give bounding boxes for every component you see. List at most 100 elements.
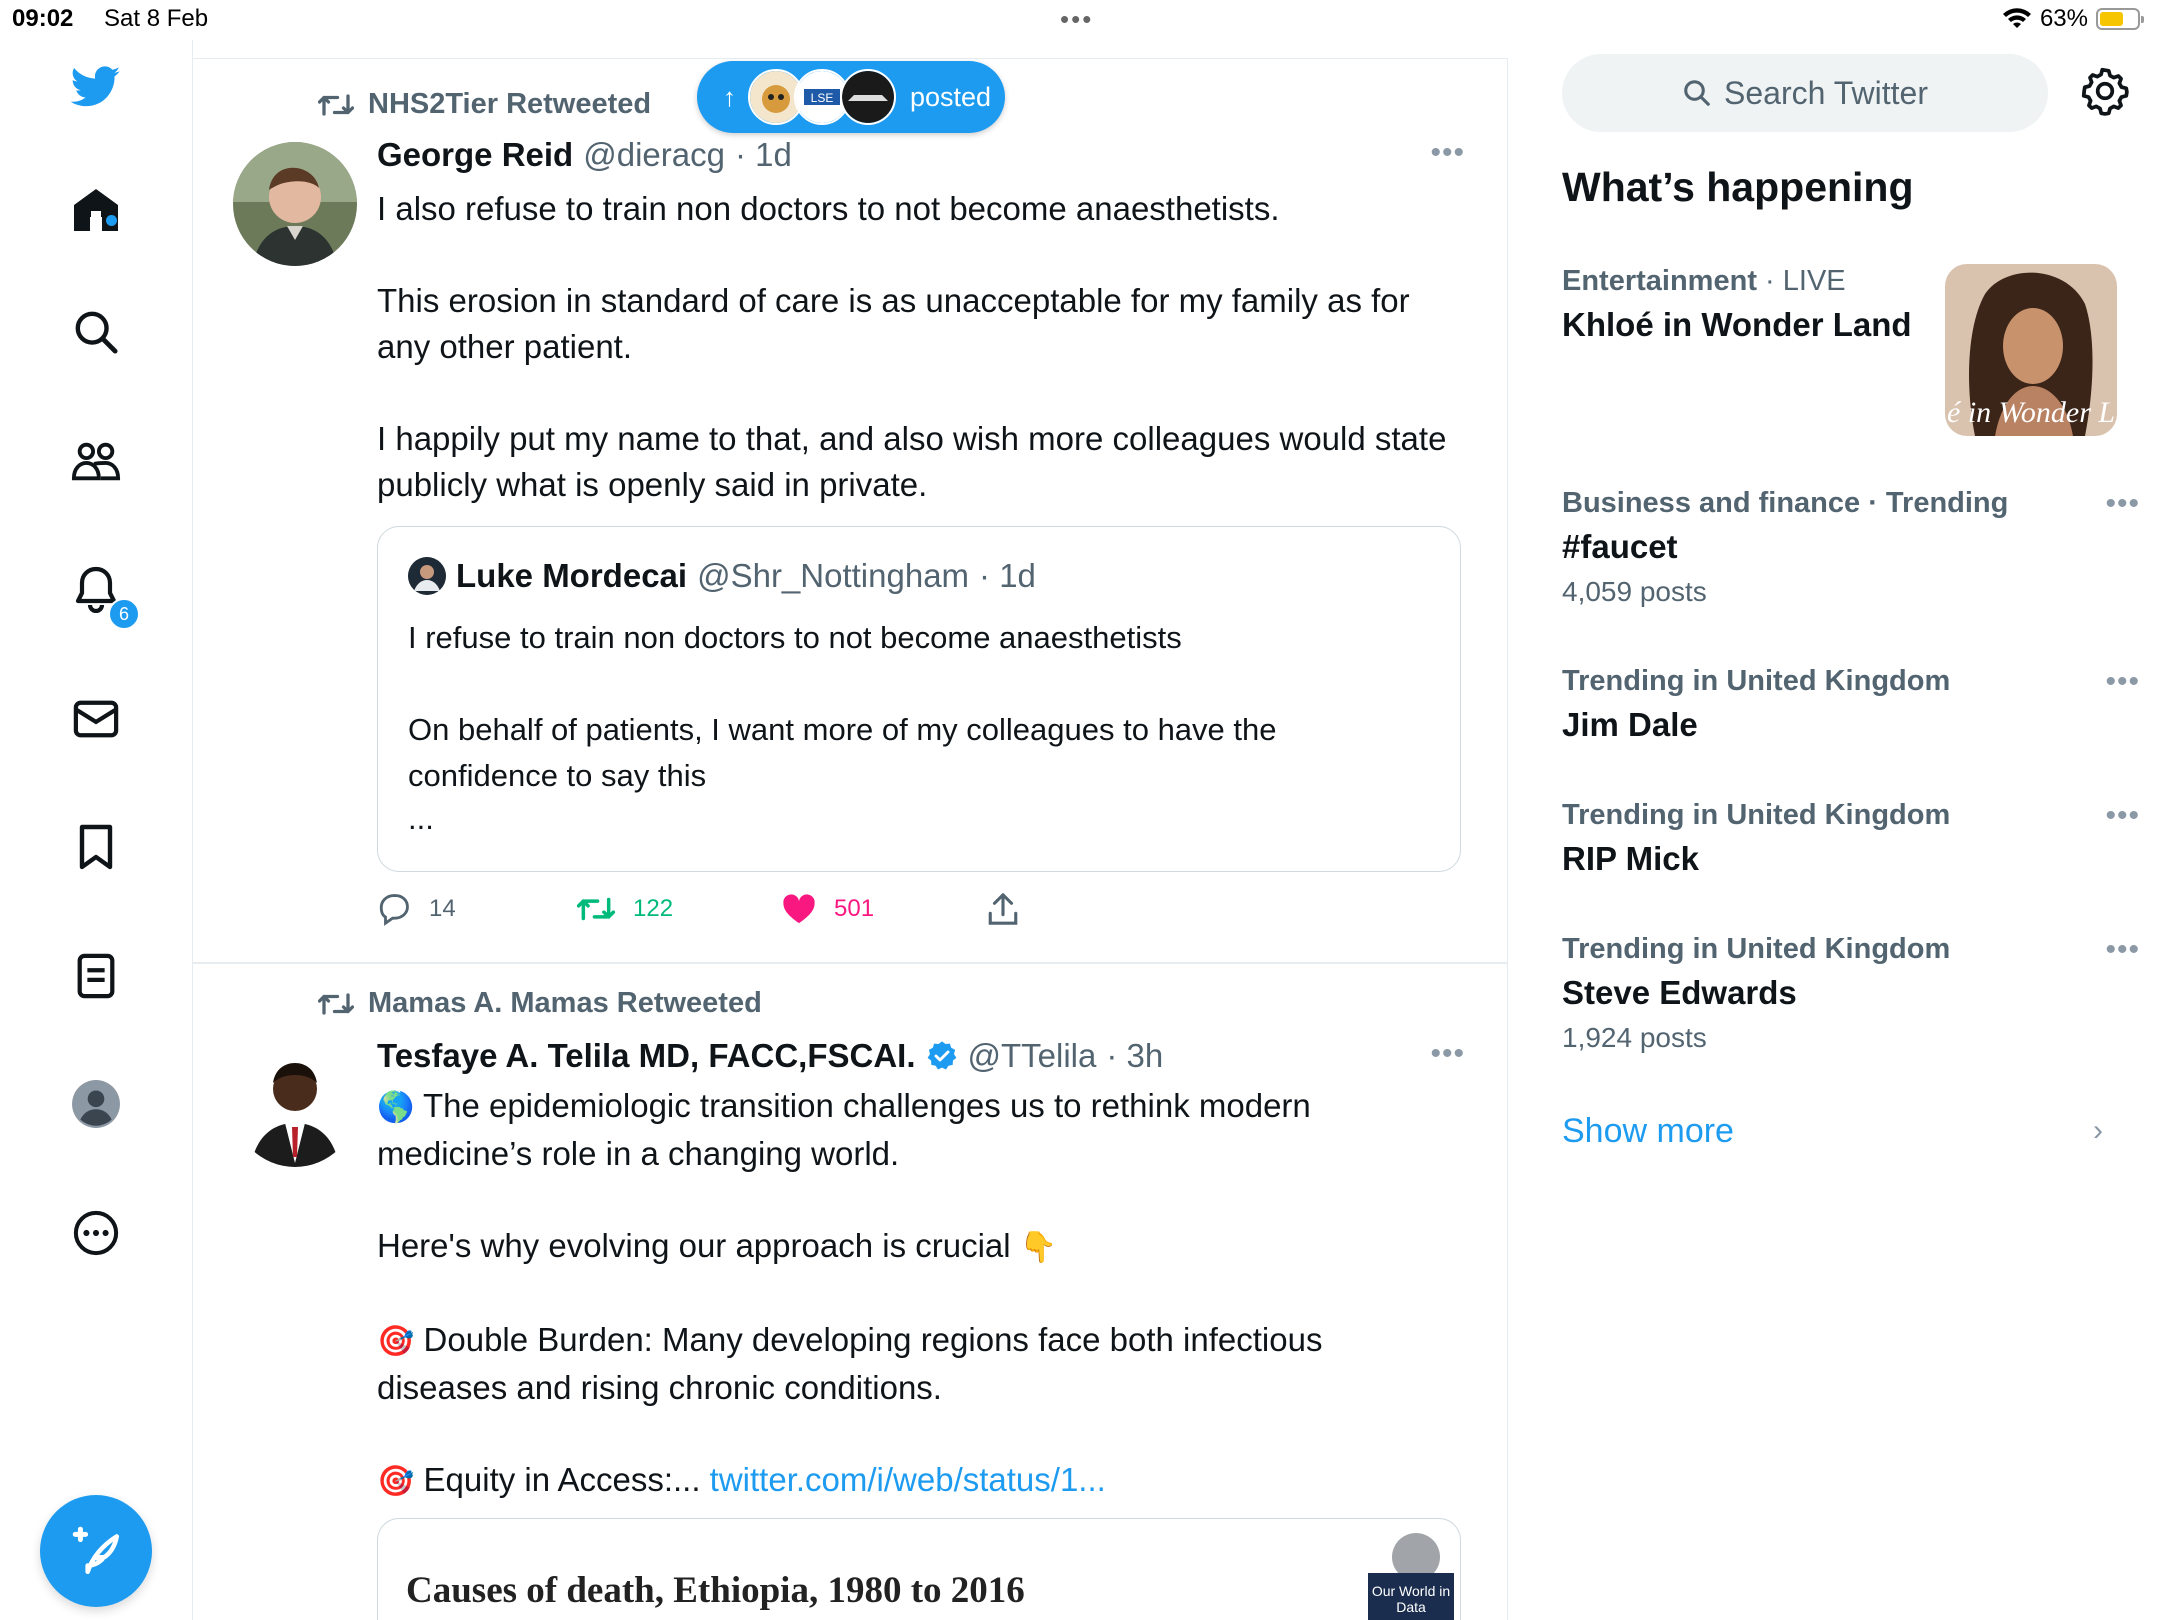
author-name[interactable]: George Reid [377, 136, 573, 174]
status-time: 09:02 [12, 5, 74, 32]
home-unread-dot [106, 215, 117, 226]
trend-live-label: · LIVE [1765, 265, 1846, 297]
retweet-context-label: NHS2Tier Retweeted [368, 88, 652, 120]
tweet-paragraph: I also refuse to train non doctors to no… [377, 190, 1280, 227]
trend-item[interactable]: Trending in United Kingdom Jim Dale ••• [1562, 665, 2139, 744]
tweet-text: 🌎 The epidemiologic transition challenge… [377, 1083, 1457, 1505]
lists-icon[interactable] [71, 951, 121, 1001]
tweet-more-icon[interactable]: ••• [1430, 136, 1465, 170]
pill-avatars: LSE [748, 69, 896, 125]
retweet-count: 122 [633, 895, 674, 922]
heart-icon [783, 894, 815, 924]
more-icon[interactable] [71, 1208, 121, 1258]
tweet-link[interactable]: twitter.com/i/web/status/1... [710, 1461, 1106, 1498]
globe-emoji-icon: 🌎 [377, 1090, 415, 1125]
trend-post-count: 1,924 posts [1562, 1022, 1707, 1053]
trend-more-icon[interactable]: ••• [2105, 665, 2140, 699]
multitasking-dots-icon[interactable]: ••• [1060, 4, 1093, 35]
quoted-author-name: Luke Mordecai [456, 557, 688, 594]
author-handle[interactable]: @TTelila [968, 1037, 1097, 1075]
author-handle[interactable]: @dieracg [583, 136, 725, 174]
trend-category: Trending in United Kingdom [1562, 799, 1951, 831]
trend-more-icon[interactable]: ••• [2105, 933, 2140, 967]
tweet[interactable]: NHS2Tier Retweeted George Reid @dieracg … [193, 58, 1507, 962]
tweet-more-icon[interactable]: ••• [1430, 1037, 1465, 1071]
svg-text:LSE: LSE [811, 91, 834, 105]
avatar [840, 69, 896, 125]
our-world-in-data-logo: Our World in Data [1368, 1573, 1454, 1620]
search-icon [1684, 80, 1710, 106]
share-icon [988, 893, 1018, 925]
reply-button[interactable]: 14 [377, 892, 577, 926]
settings-gear-icon[interactable] [2080, 66, 2130, 116]
status-date: Sat 8 Feb [104, 5, 209, 32]
search-icon[interactable] [71, 307, 121, 357]
retweet-context-label: Mamas A. Mamas Retweeted [368, 987, 762, 1019]
battery-icon [2096, 8, 2144, 30]
reply-icon [379, 894, 409, 926]
search-input[interactable]: Search Twitter [1562, 54, 2048, 132]
target-emoji-icon: 🎯 [377, 1324, 415, 1359]
tweet-text: I also refuse to train non doctors to no… [377, 186, 1457, 508]
status-right: 63% [2002, 5, 2144, 33]
tweet-paragraph: This erosion in standard of care is as u… [377, 282, 1410, 365]
quoted-paragraph: I refuse to train non doctors to not bec… [408, 620, 1182, 655]
avatar[interactable] [233, 1043, 357, 1167]
bookmarks-icon[interactable] [71, 822, 121, 872]
twitter-logo-icon[interactable] [71, 62, 121, 112]
retweet-context: Mamas A. Mamas Retweeted [318, 987, 762, 1020]
retweet-icon [577, 897, 615, 921]
right-sidebar: Search Twitter What’s happening Entertai… [1508, 40, 2160, 1620]
new-posts-button[interactable]: ↑ LSE posted [697, 61, 1005, 133]
trend-item[interactable]: Trending in United Kingdom Steve Edwards… [1562, 933, 2139, 1054]
status-bar: 09:02 Sat 8 Feb ••• 63% [0, 0, 2160, 40]
profile-icon[interactable] [71, 1079, 121, 1129]
trend-thumbnail[interactable]: é in Wonder L [1945, 264, 2117, 436]
like-count: 501 [834, 895, 875, 922]
like-button[interactable]: 501 [782, 893, 987, 925]
messages-icon[interactable] [71, 694, 121, 744]
media-chart-title: Causes of death, Ethiopia, 1980 to 2016 [406, 1570, 1025, 1611]
trend-name: RIP Mick [1562, 840, 1699, 877]
trend-more-icon[interactable]: ••• [2105, 487, 2140, 521]
tweet-paragraph: Equity in Access:... [423, 1461, 701, 1498]
quoted-author-handle: @Shr_Nottingham [697, 557, 970, 594]
new-posts-label: posted [910, 81, 992, 112]
author-name[interactable]: Tesfaye A. Telila MD, FACC,FSCAI. [377, 1037, 916, 1075]
tweet-actions: 14 122 501 [377, 892, 1019, 926]
tweet-paragraph: Double Burden: Many developing regions f… [377, 1321, 1323, 1406]
verified-badge-icon [927, 1041, 956, 1070]
show-more-link[interactable]: Show more [1562, 1112, 1734, 1151]
wifi-icon [2002, 8, 2031, 28]
trend-name: #faucet [1562, 528, 1678, 565]
quoted-tweet-text: I refuse to train non doctors to not bec… [408, 615, 1428, 839]
left-nav: 6 [0, 40, 193, 1620]
tweet-time[interactable]: · 1d [735, 136, 792, 174]
home-icon[interactable] [71, 185, 121, 235]
quoted-paragraph: On behalf of patients, I want more of my… [408, 712, 1277, 793]
battery-level [2100, 12, 2123, 26]
trend-item[interactable]: Business and finance · Trending #faucet … [1562, 487, 2139, 608]
trend-post-count: 4,059 posts [1562, 576, 1707, 607]
tweet-media[interactable]: Causes of death, Ethiopia, 1980 to 2016 … [377, 1518, 1461, 1620]
retweet-icon [318, 93, 354, 116]
whats-happening-title: What’s happening [1562, 164, 1914, 210]
target-emoji-icon: 🎯 [377, 1464, 415, 1499]
trend-name: Steve Edwards [1562, 974, 1797, 1011]
avatar[interactable] [233, 142, 357, 266]
share-button[interactable] [987, 892, 1019, 926]
trend-more-icon[interactable]: ••• [2105, 799, 2140, 833]
retweet-button[interactable]: 122 [577, 894, 782, 924]
quoted-avatar[interactable] [408, 557, 446, 595]
communities-icon[interactable] [71, 436, 121, 486]
tweet[interactable]: Mamas A. Mamas Retweeted Tesfaye A. Teli… [193, 963, 1507, 1620]
trend-name: Jim Dale [1562, 706, 1698, 743]
compose-button[interactable] [40, 1495, 152, 1607]
pointing-down-emoji-icon: 👇 [1019, 1230, 1058, 1265]
tweet-time[interactable]: · 3h [1106, 1037, 1163, 1075]
chevron-right-icon[interactable]: › [2093, 1114, 2103, 1148]
quoted-ellipsis: ... [408, 801, 434, 836]
trend-item[interactable]: Trending in United Kingdom RIP Mick ••• [1562, 799, 2139, 878]
quoted-tweet[interactable]: Luke Mordecai @Shr_Nottingham · 1d I ref… [377, 526, 1461, 872]
quoted-tweet-time: · 1d [979, 557, 1036, 594]
